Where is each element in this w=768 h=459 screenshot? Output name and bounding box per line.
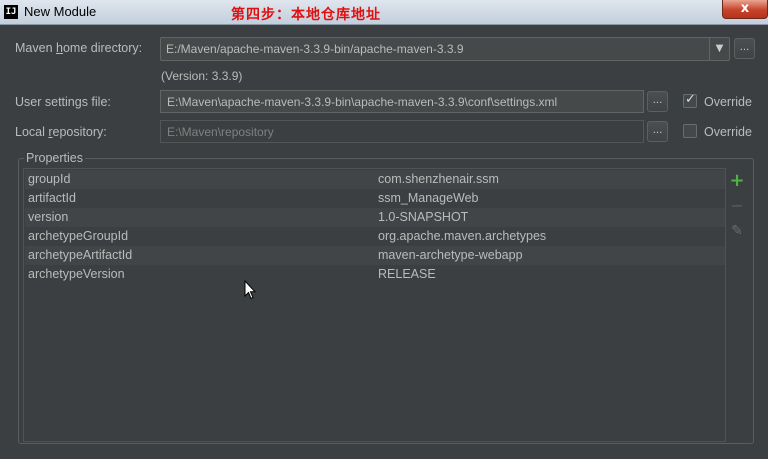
property-key: groupId [28,172,71,186]
user-settings-value: E:\Maven\apache-maven-3.3.9-bin\apache-m… [167,95,558,109]
local-repository-field[interactable]: E:\Maven\repository [160,120,644,143]
property-value: org.apache.maven.archetypes [378,229,547,243]
local-repository-value: E:\Maven\repository [167,125,274,139]
table-row[interactable]: archetypeVersion RELEASE [25,265,725,284]
property-key: version [28,210,69,224]
properties-title: Properties [24,151,85,165]
property-value: RELEASE [378,267,436,281]
window-title: New Module [24,4,97,19]
property-key: artifactId [28,191,76,205]
local-repository-override-label[interactable]: Override [704,125,752,139]
intellij-app-icon: IJ [4,5,18,19]
edit-property-icon[interactable]: ✎ [728,222,746,240]
property-value: maven-archetype-webapp [378,248,523,262]
step-annotation: 第四步：本地仓库地址 [231,7,381,23]
local-repository-override-checkbox[interactable] [683,124,697,138]
user-settings-browse-button[interactable]: ... [647,91,668,112]
table-row[interactable]: groupId com.shenzhenair.ssm [25,170,725,189]
user-settings-override-checkbox[interactable] [683,92,697,108]
table-row[interactable]: archetypeArtifactId maven-archetype-weba… [25,246,725,265]
table-row[interactable]: artifactId ssm_ManageWeb [25,189,725,208]
add-property-icon[interactable]: + [728,172,746,190]
maven-home-label: Maven home directory: [15,41,143,55]
local-repository-label: Local repository: [15,125,107,139]
maven-home-browse-button[interactable]: ... [734,38,755,59]
dropdown-arrow-icon[interactable]: ▼ [709,38,729,60]
user-settings-field[interactable]: E:\Maven\apache-maven-3.3.9-bin\apache-m… [160,90,644,113]
property-key: archetypeVersion [28,267,125,281]
maven-version-text: (Version: 3.3.9) [161,69,243,83]
maven-home-value: E:/Maven/apache-maven-3.3.9-bin/apache-m… [166,42,464,56]
properties-table[interactable]: groupId com.shenzhenair.ssm artifactId s… [23,168,726,442]
remove-property-icon[interactable]: − [728,197,746,215]
property-key: archetypeArtifactId [28,248,133,262]
local-repository-browse-button[interactable]: ... [647,121,668,142]
property-value: ssm_ManageWeb [378,191,479,205]
mouse-cursor-icon [244,280,256,300]
property-key: archetypeGroupId [28,229,129,243]
user-settings-label: User settings file: [15,95,111,109]
maven-home-combobox[interactable]: E:/Maven/apache-maven-3.3.9-bin/apache-m… [160,37,730,61]
property-value: com.shenzhenair.ssm [378,172,499,186]
close-button[interactable]: x [722,0,768,19]
close-icon: x [740,1,750,16]
user-settings-override-label[interactable]: Override [704,95,752,109]
table-row[interactable]: archetypeGroupId org.apache.maven.archet… [25,227,725,246]
table-row[interactable]: version 1.0-SNAPSHOT [25,208,725,227]
title-bar: IJ New Module 第四步：本地仓库地址 x [0,0,768,25]
property-value: 1.0-SNAPSHOT [378,210,469,224]
